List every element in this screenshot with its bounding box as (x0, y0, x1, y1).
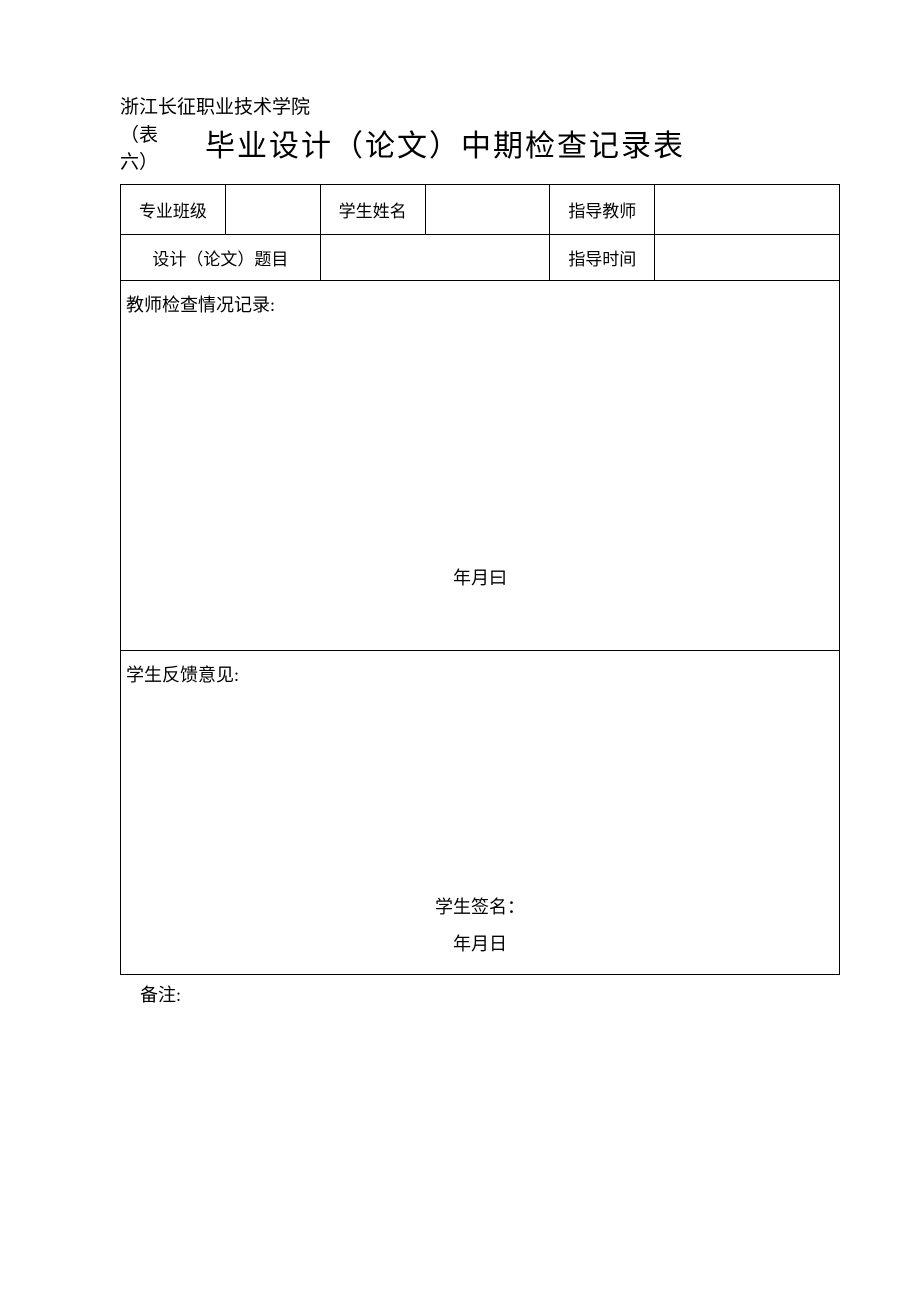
teacher-record-label: 教师检查情况记录: (126, 291, 831, 317)
page-title: 毕业设计（论文）中期检查记录表 (205, 121, 685, 165)
document-page: 浙江长征职业技术学院 （表六） 毕业设计（论文）中期检查记录表 专业班级 学生姓… (0, 0, 920, 1007)
header-row: （表六） 毕业设计（论文）中期检查记录表 (120, 121, 840, 176)
form-number: （表六） (120, 121, 185, 176)
student-date-line: 年月日 (121, 930, 839, 956)
topic-value (320, 235, 550, 281)
student-feedback-cell: 学生反馈意见: 学生签名： 年月日 (121, 651, 840, 975)
advisor-value (655, 185, 840, 235)
topic-label: 设计（论文）题目 (121, 235, 321, 281)
advisor-label: 指导教师 (550, 185, 655, 235)
major-value (225, 185, 320, 235)
form-table: 专业班级 学生姓名 指导教师 设计（论文）题目 指导时间 教师检查情况记录: 年… (120, 184, 840, 975)
guide-time-value (655, 235, 840, 281)
student-signature-label: 学生签名： (121, 893, 839, 919)
info-row-1: 专业班级 学生姓名 指导教师 (121, 185, 840, 235)
institution-name: 浙江长征职业技术学院 (120, 92, 840, 119)
student-feedback-label: 学生反馈意见: (126, 661, 831, 687)
teacher-date-line: 年月曰 (121, 564, 839, 590)
remark-label: 备注: (140, 981, 840, 1007)
teacher-section-row: 教师检查情况记录: 年月曰 (121, 281, 840, 651)
guide-time-label: 指导时间 (550, 235, 655, 281)
student-section-row: 学生反馈意见: 学生签名： 年月日 (121, 651, 840, 975)
student-name-value (425, 185, 550, 235)
major-label: 专业班级 (121, 185, 226, 235)
student-name-label: 学生姓名 (320, 185, 425, 235)
teacher-record-cell: 教师检查情况记录: 年月曰 (121, 281, 840, 651)
info-row-2: 设计（论文）题目 指导时间 (121, 235, 840, 281)
